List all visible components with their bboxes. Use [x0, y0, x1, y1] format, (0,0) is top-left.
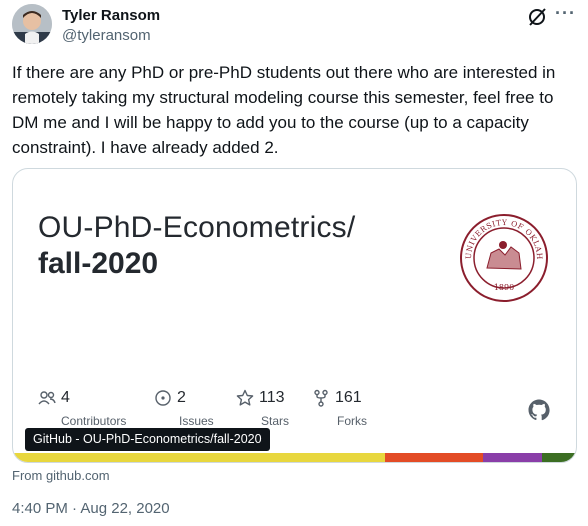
more-options-icon[interactable]: ···: [555, 4, 576, 22]
issue-icon: [155, 390, 171, 406]
stat-label: Stars: [261, 414, 290, 428]
repo-name: fall-2020: [38, 247, 159, 280]
tweet-timestamp[interactable]: 4:40 PM · Aug 22, 2020: [12, 500, 170, 517]
stat-value: 161: [335, 389, 362, 406]
github-icon: [527, 398, 551, 422]
grok-icon[interactable]: [526, 6, 548, 28]
star-icon: [236, 389, 254, 406]
language-segment: [483, 453, 543, 462]
university-seal-icon: THE UNIVERSITY OF OKLAHOMA 1890: [455, 206, 549, 303]
link-tooltip: GitHub - OU-PhD-Econometrics/fall-2020: [25, 428, 270, 451]
people-icon: [38, 391, 56, 405]
tweet-text: If there are any PhD or pre-PhD students…: [12, 63, 556, 157]
link-card[interactable]: OU-PhD-Econometrics/ fall-2020 THE UNIVE…: [12, 168, 577, 463]
author-handle[interactable]: @tyleransom: [62, 27, 151, 44]
language-segment: [542, 453, 576, 462]
stat-stars: 113: [235, 389, 285, 407]
fork-icon: [314, 389, 328, 407]
repo-owner: OU-PhD-Econometrics/: [38, 211, 356, 244]
tweet-header: Tyler Ransom @tyleransom ···: [12, 4, 576, 48]
stat-issues: 2: [153, 389, 186, 407]
avatar-photo-icon: [12, 4, 52, 44]
language-bar: [13, 453, 576, 462]
stat-forks: 161: [311, 389, 362, 407]
stat-value: 113: [259, 389, 285, 406]
card-source[interactable]: From github.com: [12, 468, 110, 483]
stat-label: Contributors: [61, 414, 127, 428]
author-name[interactable]: Tyler Ransom: [62, 7, 160, 24]
avatar[interactable]: [12, 4, 52, 44]
language-segment: [384, 453, 484, 462]
stat-label: Issues: [179, 414, 214, 428]
stat-value: 4: [61, 389, 70, 406]
stat-contributors: 4: [37, 389, 70, 407]
svg-text:1890: 1890: [494, 283, 514, 292]
stat-label: Forks: [337, 414, 367, 428]
language-segment: [13, 453, 385, 462]
stat-value: 2: [177, 389, 186, 406]
